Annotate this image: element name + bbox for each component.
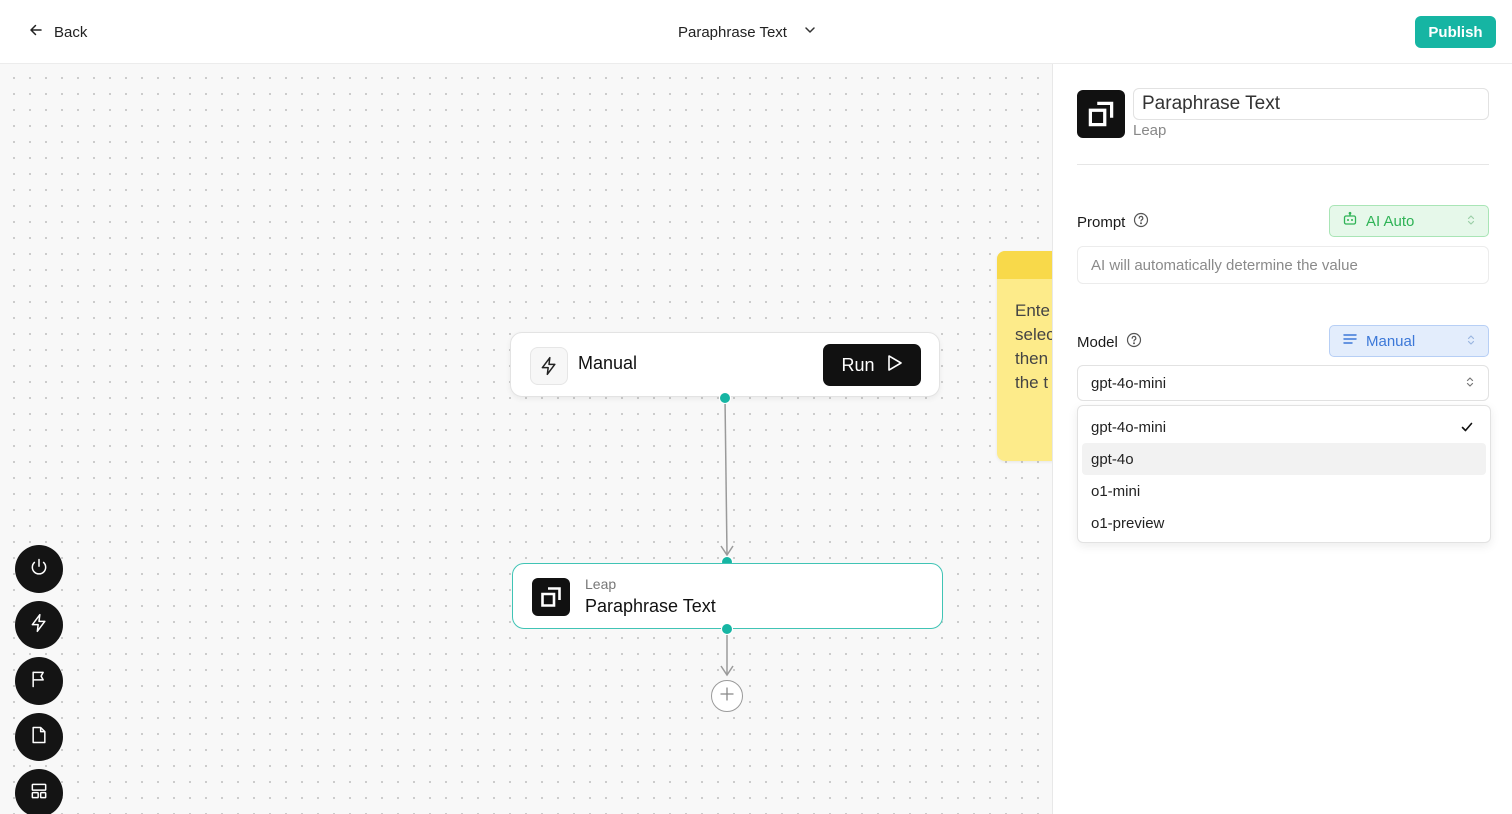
file-icon (29, 725, 49, 750)
leap-logo-icon (1077, 90, 1125, 138)
prompt-label: Prompt (1077, 213, 1126, 231)
layout-icon (29, 781, 49, 806)
model-option-label: o1-preview (1091, 514, 1165, 532)
arrow-left-icon (28, 22, 44, 42)
prompt-label-row: Prompt (1077, 212, 1149, 232)
lightning-icon (29, 613, 49, 638)
leap-logo-icon (532, 578, 570, 616)
workflow-canvas[interactable]: Ente selec then the t Manual Run Leap Pa… (0, 64, 1052, 814)
model-option[interactable]: o1-preview (1082, 507, 1486, 539)
manual-trigger-node[interactable]: Manual Run (510, 332, 940, 397)
leap-action-node[interactable]: Leap Paraphrase Text (512, 563, 943, 629)
publish-button[interactable]: Publish (1415, 16, 1496, 48)
chevron-updown-icon (1466, 213, 1476, 230)
workflow-title-dropdown[interactable]: Paraphrase Text (678, 20, 817, 44)
step-name-input[interactable] (1133, 88, 1489, 120)
model-label-row: Model (1077, 332, 1142, 352)
manual-output-handle[interactable] (719, 392, 731, 404)
model-option[interactable]: o1-mini (1082, 475, 1486, 507)
model-select[interactable]: gpt-4o-mini (1077, 365, 1489, 401)
lines-icon (1342, 331, 1358, 351)
note-tool-button[interactable] (15, 713, 63, 761)
check-icon (1460, 420, 1474, 434)
model-mode-select[interactable]: Manual (1329, 325, 1489, 357)
model-option-label: o1-mini (1091, 482, 1141, 500)
model-option-label: gpt-4o (1091, 450, 1134, 468)
model-selected-value: gpt-4o-mini (1091, 374, 1167, 392)
help-icon[interactable] (1133, 212, 1149, 232)
chevron-down-icon (803, 23, 817, 41)
play-icon (887, 354, 903, 377)
chevron-updown-icon (1466, 333, 1476, 350)
model-option[interactable]: gpt-4o-mini (1082, 411, 1486, 443)
leap-output-handle[interactable] (721, 623, 733, 635)
manual-node-label: Manual (578, 353, 638, 373)
flag-icon (29, 669, 49, 694)
layout-tool-button[interactable] (15, 769, 63, 814)
model-dropdown-menu: gpt-4o-mini gpt-4o o1-mini o1-preview (1077, 405, 1491, 543)
model-option[interactable]: gpt-4o (1082, 443, 1486, 475)
help-icon[interactable] (1126, 332, 1142, 352)
step-settings-panel: Leap Prompt AI Auto AI will automaticall… (1052, 64, 1512, 814)
leap-node-title: Paraphrase Text (585, 596, 716, 616)
model-mode-label: Manual (1366, 332, 1416, 350)
flag-tool-button[interactable] (15, 657, 63, 705)
model-label: Model (1077, 333, 1118, 351)
back-label: Back (54, 23, 88, 41)
model-option-label: gpt-4o-mini (1091, 418, 1167, 436)
power-icon (29, 557, 49, 582)
add-step-button[interactable] (711, 680, 743, 712)
trigger-tool-button[interactable] (15, 601, 63, 649)
run-label: Run (841, 354, 875, 375)
step-app-name: Leap (1133, 122, 1167, 139)
back-button[interactable]: Back (28, 20, 87, 44)
leap-node-app: Leap (585, 576, 617, 592)
prompt-value-field[interactable]: AI will automatically determine the valu… (1077, 246, 1489, 284)
prompt-mode-label: AI Auto (1366, 212, 1415, 230)
top-bar: Back Paraphrase Text Publish (0, 0, 1512, 64)
prompt-mode-select[interactable]: AI Auto (1329, 205, 1489, 237)
run-button[interactable]: Run (823, 344, 921, 386)
robot-icon (1342, 211, 1358, 231)
divider (1077, 164, 1489, 165)
lightning-icon (530, 347, 568, 385)
plus-icon (720, 686, 734, 706)
chevron-updown-icon (1465, 375, 1475, 392)
workflow-title: Paraphrase Text (678, 23, 787, 41)
power-tool-button[interactable] (15, 545, 63, 593)
connector-lines (720, 397, 734, 677)
